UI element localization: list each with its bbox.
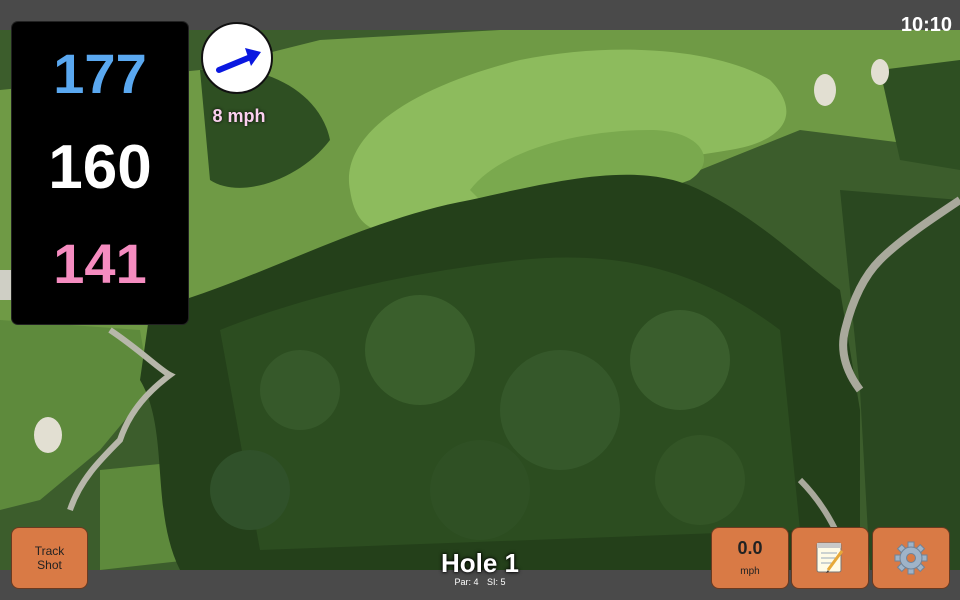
- wind-direction-indicator: [201, 22, 273, 94]
- distance-panel: 177 160 141: [12, 22, 188, 324]
- track-shot-label-line2: Shot: [37, 558, 62, 572]
- notepad-icon: [816, 542, 844, 573]
- back-distance: 177: [53, 42, 147, 105]
- settings-button[interactable]: [873, 528, 949, 588]
- hole-stroke-index: SI: 5: [487, 577, 506, 587]
- track-shot-button[interactable]: Track Shot: [12, 528, 87, 588]
- wind-speed-label: 8 mph: [212, 106, 266, 126]
- wind-arrow-icon: [216, 48, 261, 73]
- front-distance: 141: [53, 232, 147, 295]
- track-shot-label-line1: Track: [34, 544, 65, 558]
- center-distance: 160: [48, 133, 152, 202]
- hole-par: Par: 4: [454, 577, 479, 587]
- gear-icon: [894, 541, 928, 575]
- wind-button[interactable]: 0.0 mph: [712, 528, 788, 588]
- notes-button[interactable]: [792, 528, 868, 588]
- hole-title: Hole 1: [440, 548, 520, 578]
- wind-unit: mph: [740, 566, 760, 577]
- hole-info: Par: 4 SI: 5: [380, 577, 580, 587]
- clock: 10:10: [900, 14, 952, 36]
- wind-value: 0.0: [737, 538, 763, 558]
